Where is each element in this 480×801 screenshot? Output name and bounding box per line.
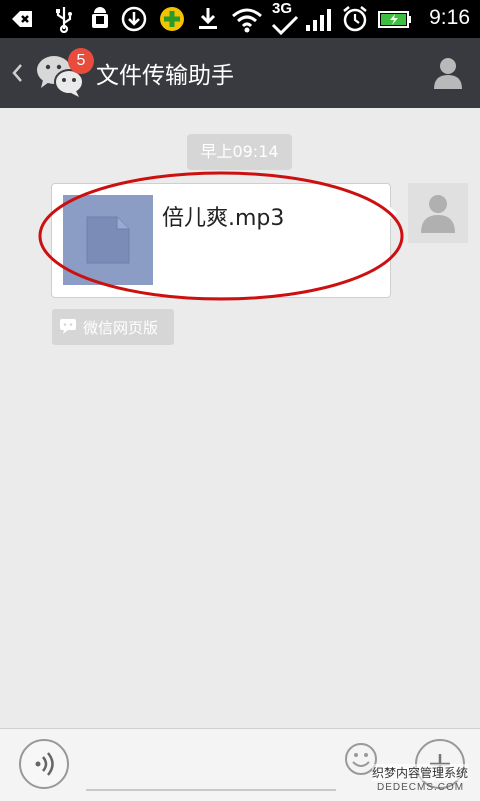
- source-tag: 微信网页版: [52, 309, 174, 345]
- chat-bubble-icon: [60, 319, 76, 334]
- unread-badge: 5: [68, 48, 94, 74]
- battery-charging-icon: [378, 11, 411, 28]
- status-time: 9:16: [429, 6, 470, 29]
- back-notification-icon: [12, 11, 32, 27]
- page-title: 文件传输助手: [96, 63, 234, 89]
- default-avatar-icon: [421, 195, 455, 233]
- voice-icon: [35, 752, 54, 776]
- back-chevron-icon[interactable]: [10, 62, 26, 84]
- check-icon: [271, 15, 299, 36]
- message-input[interactable]: [86, 789, 336, 791]
- source-label: 微信网页版: [83, 319, 159, 337]
- red-highlight-ellipse: [38, 171, 404, 301]
- voice-button[interactable]: [19, 739, 69, 789]
- status-bar: 3G 9:16: [0, 0, 480, 38]
- android-debug-icon: [92, 7, 108, 28]
- download-arrow-icon: [121, 6, 147, 32]
- alarm-icon: [343, 6, 367, 32]
- avatar[interactable]: [408, 183, 468, 243]
- watermark-url: DEDECMS.COM: [377, 782, 465, 793]
- usb-icon: [56, 7, 72, 33]
- profile-icon[interactable]: [432, 56, 464, 90]
- message-timestamp: 早上09:14: [187, 134, 292, 170]
- download-icon: [199, 8, 217, 29]
- signal-bars-icon: [306, 9, 331, 31]
- title-bar: 5 文件传输助手: [0, 38, 480, 108]
- wifi-icon: [232, 8, 262, 33]
- watermark-text: 织梦内容管理系统: [372, 764, 469, 781]
- security-app-icon: [160, 7, 184, 31]
